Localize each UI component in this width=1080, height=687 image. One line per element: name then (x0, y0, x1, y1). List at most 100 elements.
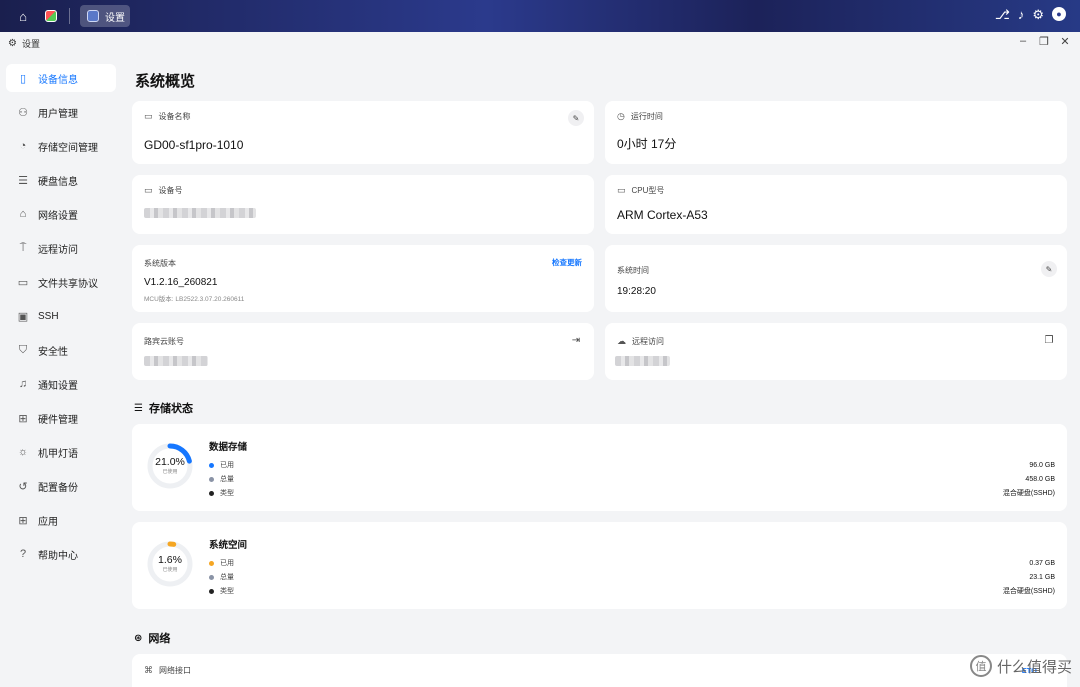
network-icon: ⌘ (144, 665, 153, 675)
sidebar-item-disk[interactable]: ☰ 硬盘信息 (6, 166, 116, 194)
app-launcher-icon[interactable] (40, 6, 62, 26)
cloud-icon: ☁ (617, 336, 626, 346)
sidebar-item-bulb[interactable]: ☼ 机甲灯语 (6, 438, 116, 466)
sidebar-item-network[interactable]: ⌂ 网络设置 (6, 200, 116, 228)
device-name-label: 设备名称 (158, 112, 191, 121)
sidebar-item-terminal[interactable]: ▣ SSH (6, 302, 116, 330)
chip-icon: ⊞ (18, 412, 28, 425)
logout-button[interactable]: ⇥ (568, 332, 584, 348)
sidebar-item-backup[interactable]: ↺ 配置备份 (6, 472, 116, 500)
remote-access-card: ☁ 远程访问 ❐ (605, 323, 1067, 380)
sidebar-item-label: 安全性 (38, 346, 68, 358)
usage-percent: 1.6% (158, 554, 182, 566)
storage-name: 系统空间 (209, 540, 248, 551)
minimize-icon[interactable]: – (1016, 35, 1030, 47)
stat-label: 已用 (220, 462, 234, 469)
copy-icon: ❐ (1044, 334, 1054, 346)
remote-icon: ⍑ (19, 241, 27, 254)
system-time-value: 19:28:20 (617, 286, 656, 297)
page-title: 系统概览 (135, 73, 196, 90)
stat-label: 总量 (220, 476, 234, 483)
legend-dot-icon (209, 476, 214, 482)
folder-share-icon: ▭ (17, 276, 29, 289)
disk-icon: ☰ (18, 174, 28, 187)
cpu-label: CPU型号 (631, 186, 665, 195)
device-sn-card: ▭ 设备号 (132, 175, 594, 234)
storage-pie-icon: ◔ (19, 140, 27, 152)
device-icon: ▯ (19, 72, 27, 85)
cpu-card: ▭ CPU型号 ARM Cortex-A53 (605, 175, 1067, 234)
taskbar-settings-task[interactable]: 设置 (80, 5, 130, 27)
network-status-icon[interactable]: ⎇ (995, 7, 1010, 23)
storage-card-system: 1.6% 已使用 系统空间 已用 0.37 GB 总量 23.1 GB 类型 混合硬盘(SSHD… (132, 522, 1067, 609)
edit-device-name-button[interactable]: ✎ (568, 110, 584, 126)
sidebar-item-label: SSH (38, 310, 59, 322)
stat-value: 混合硬盘(SSHD) (1002, 490, 1055, 497)
sidebar-item-users[interactable]: ⚇ 用户管理 (6, 98, 116, 126)
device-sn-label: 设备号 (158, 186, 183, 195)
check-update-link[interactable]: 检查更新 (552, 257, 582, 268)
taskbar: ⌂ 设置 ⎇ ♪ ⚙ ● (0, 0, 1080, 32)
sidebar-item-label: 文件共享协议 (38, 278, 98, 290)
cpu-value: ARM Cortex-A53 (617, 208, 708, 222)
sidebar-item-label: 存储空间管理 (38, 142, 98, 154)
sidebar-item-label: 机甲灯语 (38, 448, 78, 460)
device-name-card: ▭ 设备名称 ✎ GD00-sf1pro-1010 (132, 101, 594, 164)
home-icon[interactable]: ⌂ (12, 6, 34, 26)
edit-time-button[interactable]: ✎ (1041, 261, 1057, 277)
sidebar-item-apps[interactable]: ⊞ 应用 (6, 506, 116, 534)
storage-stat-row: 已用 96.0 GB (209, 460, 1055, 470)
usage-percent-caption: 已使用 (162, 567, 178, 573)
storage-section-title: ☰ 存储状态 (134, 402, 193, 416)
pencil-icon: ✎ (1045, 264, 1053, 274)
laptop-icon: ▭ (144, 185, 153, 195)
list-icon: ☰ (134, 402, 143, 414)
pencil-icon: ✎ (572, 113, 580, 123)
gear-icon[interactable]: ⚙ (1032, 7, 1044, 23)
device-sn-redacted (144, 208, 256, 218)
stat-value: 0.37 GB (1029, 559, 1055, 567)
remote-access-label: 远程访问 (632, 337, 664, 346)
sidebar-item-shield[interactable]: ⛉ 安全性 (6, 336, 116, 364)
sidebar-item-label: 应用 (38, 516, 58, 528)
sidebar-item-label: 设备信息 (38, 74, 78, 86)
legend-dot-icon (209, 462, 214, 468)
terminal-icon: ▣ (17, 310, 29, 323)
network-interface-card: ⌘ 网络接口 ETO (132, 654, 1067, 687)
timer-icon: ◷ (617, 111, 625, 121)
version-label: 系统版本 (144, 259, 176, 268)
legend-dot-icon (209, 588, 214, 594)
remote-address-redacted (615, 356, 670, 366)
settings-window: ⚙ 设置 – ❐ ✕ ▯ 设备信息 ⚇ 用户管理 ◔ 存储空间管理 ☰ 硬盘信息 ⌂ 网络设置 ⍑ 远… (0, 32, 1080, 687)
close-icon[interactable]: ✕ (1058, 35, 1072, 48)
settings-app-icon (87, 10, 99, 22)
storage-stat-row: 总量 23.1 GB (209, 572, 1055, 582)
sidebar-item-folder-share[interactable]: ▭ 文件共享协议 (6, 268, 116, 296)
copy-button[interactable]: ❐ (1041, 332, 1057, 348)
sidebar-item-label: 配置备份 (38, 482, 78, 494)
sidebar-item-chip[interactable]: ⊞ 硬件管理 (6, 404, 116, 432)
sidebar-item-bell[interactable]: ♫ 通知设置 (6, 370, 116, 398)
stat-label: 已用 (220, 560, 234, 567)
bell-icon: ♫ (18, 378, 28, 390)
sidebar-item-help[interactable]: ? 帮助中心 (6, 540, 116, 568)
version-value: V1.2.16_260821 (144, 277, 218, 288)
uptime-card: ◷ 运行时间 0小时 17分 (605, 101, 1067, 164)
legend-dot-icon (209, 490, 214, 496)
system-time-label: 系统时间 (617, 266, 649, 275)
notification-bell-icon[interactable]: ♪ (1018, 7, 1025, 23)
device-name-value: GD00-sf1pro-1010 (144, 138, 244, 152)
window-titlebar: ⚙ 设置 – ❐ ✕ (0, 32, 1080, 54)
sidebar-item-storage-pie[interactable]: ◔ 存储空间管理 (6, 132, 116, 160)
taskbar-task-label: 设置 (105, 12, 125, 24)
mcu-version: MCU版本: LB2522.3.07.20.260611 (144, 296, 245, 303)
stat-value: 23.1 GB (1029, 573, 1055, 581)
sidebar-item-remote[interactable]: ⍑ 远程访问 (6, 234, 116, 262)
sidebar-item-label: 用户管理 (38, 108, 78, 120)
restore-icon[interactable]: ❐ (1037, 35, 1051, 48)
stat-value: 458.0 GB (1025, 475, 1055, 483)
help-icon: ? (19, 548, 27, 560)
stat-label: 类型 (220, 490, 234, 497)
user-avatar-icon[interactable]: ● (1052, 7, 1066, 21)
sidebar-item-device[interactable]: ▯ 设备信息 (6, 64, 116, 92)
